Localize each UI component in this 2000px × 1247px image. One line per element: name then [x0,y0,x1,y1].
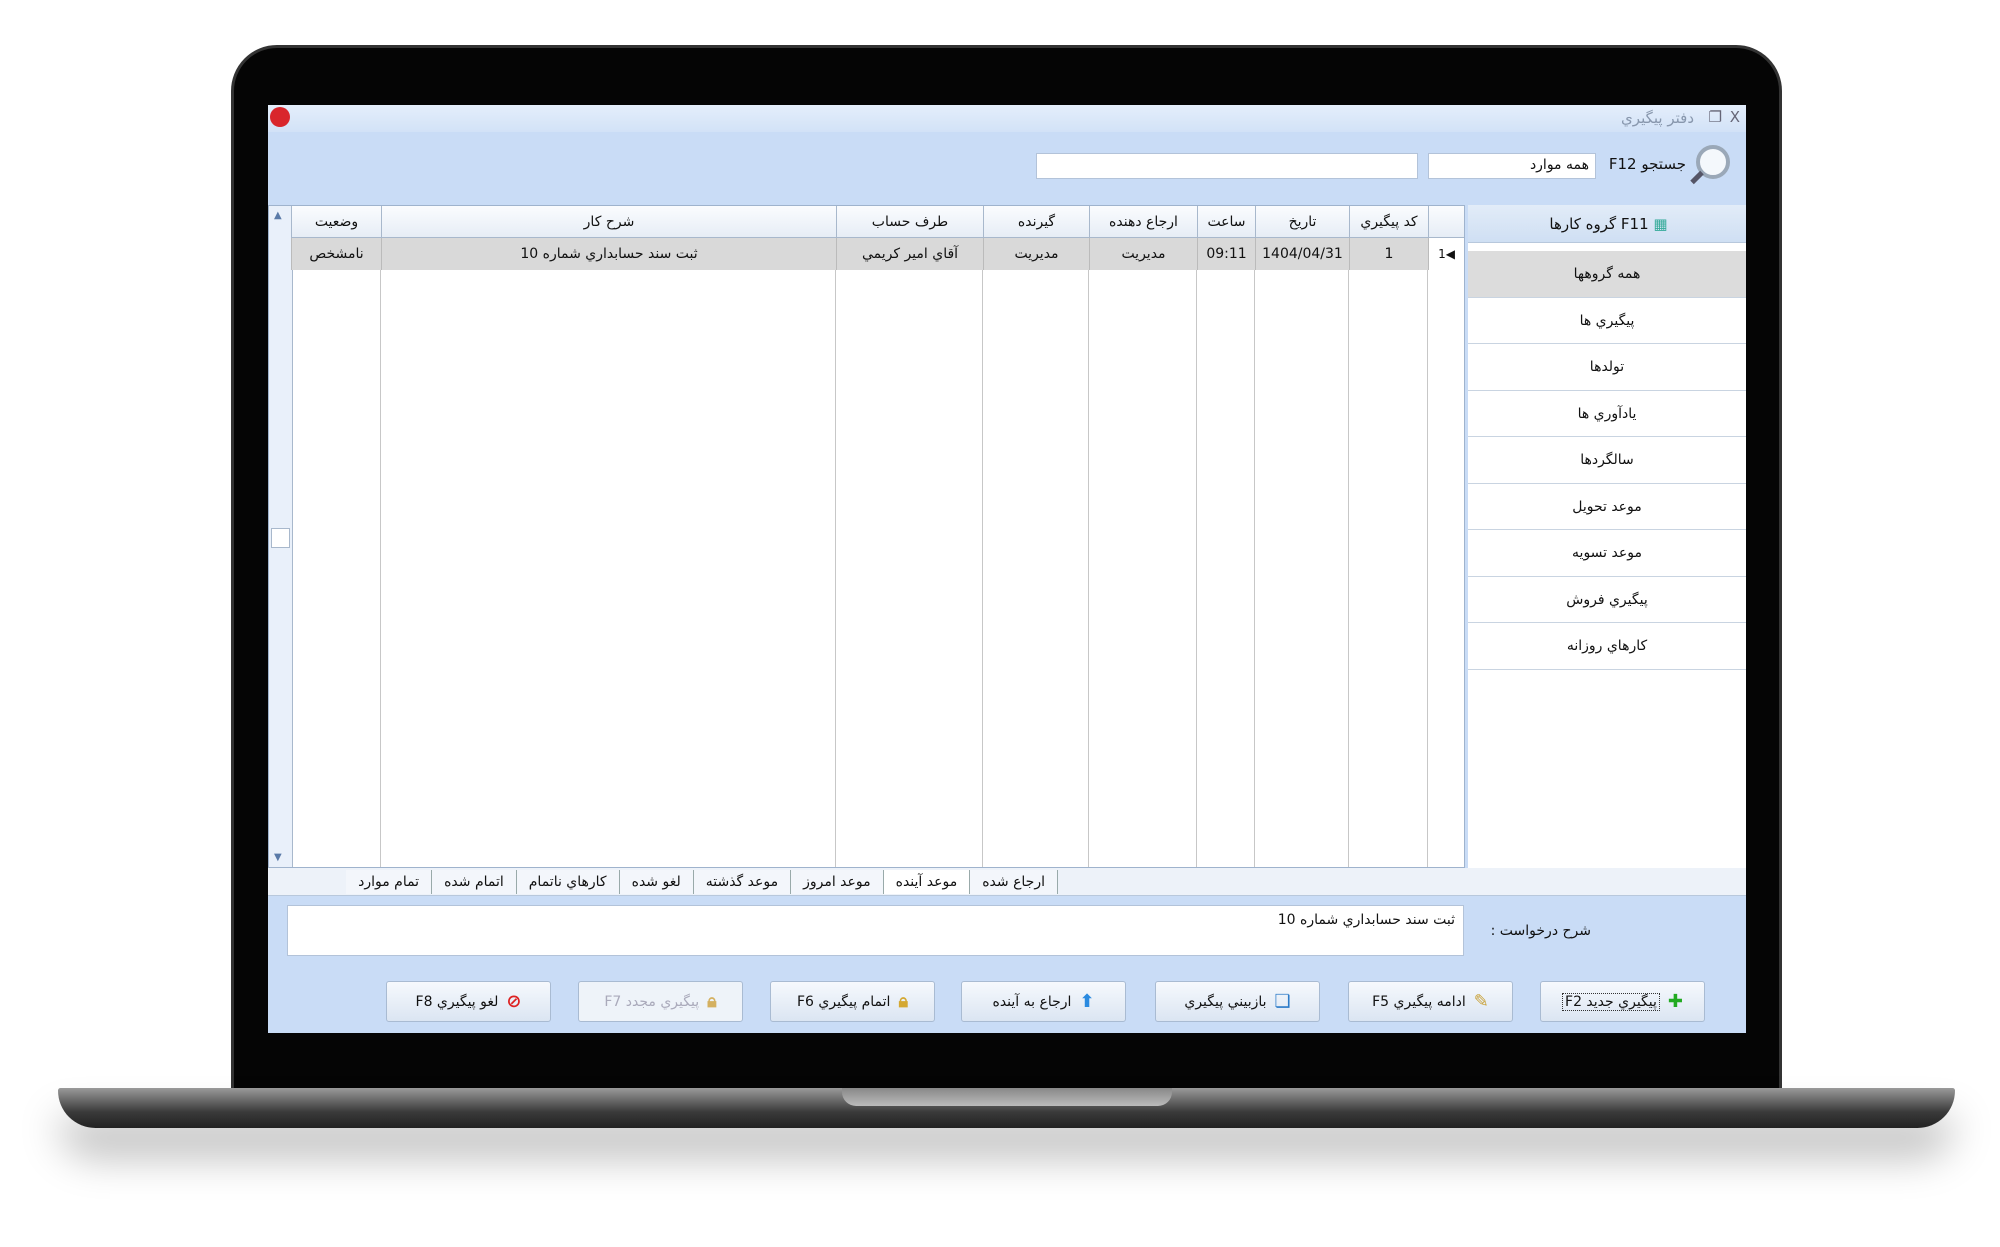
status-tabs: تمام موارد اتمام شده كارهاي ناتمام لغو ش… [268,868,1746,896]
sidebar-item-sales-follow-up[interactable]: پيگيري فروش [1468,576,1746,623]
sidebar-item-reminders[interactable]: يادآوري ها [1468,390,1746,437]
tab-due-today[interactable]: موعد امروز [791,870,884,894]
pencil-icon: ✎ [1473,991,1489,1012]
new-follow-up-button[interactable]: ✚ پيگيري جديد F2 [1540,981,1705,1022]
column-divider [835,270,836,867]
header-description[interactable]: شرح كار [381,206,836,238]
sidebar-item-delivery-due[interactable]: موعد تحويل [1468,483,1746,530]
sidebar-item-daily-tasks[interactable]: كارهاي روزانه [1468,623,1746,670]
column-divider [982,270,983,867]
header-time[interactable]: ساعت [1197,206,1255,238]
search-input[interactable] [1036,153,1418,179]
follow-up-grid: ▲ ▼ كد پيگيري تاريخ ساعت ارجاع دهنده گير… [268,205,1465,868]
column-divider [1088,270,1089,867]
refer-to-future-button[interactable]: ⬆ ارجاع به آينده [961,981,1126,1022]
task-groups-header[interactable]: ▦ F11 گروه كارها [1468,205,1746,243]
tab-referred[interactable]: ارجاع شده [970,870,1058,894]
cell-time: 09:11 [1197,238,1255,270]
continue-follow-up-button[interactable]: ✎ ادامه پيگيري F5 [1348,981,1513,1022]
scroll-down-icon[interactable]: ▼ [274,852,282,863]
column-divider [1427,270,1428,867]
lock-icon: 🔒︎ [898,991,909,1012]
title-bar: دفتر پيگيري X ❐ [268,105,1746,132]
column-divider [1348,270,1349,867]
search-filter-select[interactable]: همه موارد [1428,153,1596,179]
vertical-scrollbar[interactable]: ▲ ▼ [269,206,293,867]
column-divider [1196,270,1197,867]
cell-status: نامشخص [291,238,381,270]
app-logo-icon [270,107,290,127]
header-referrer[interactable]: ارجاع دهنده [1089,206,1197,238]
header-indicator [1428,206,1464,238]
request-description-label: شرح درخواست : [1490,923,1591,939]
grid-icon: ▦ [1653,215,1667,233]
request-description-field[interactable]: ثبت سند حسابداري شماره 10 [287,905,1464,956]
cell-code: 1 [1349,238,1428,270]
task-groups-sidebar: ▦ F11 گروه كارها همه گروهها پيگيري ها تو… [1468,205,1746,868]
cell-account: آقاي امير كريمي [836,238,983,270]
sidebar-item-follow-ups[interactable]: پيگيري ها [1468,297,1746,344]
row-indicator: ◀1 [1428,238,1464,270]
repeat-follow-up-button[interactable]: 🔒︎ پيگيري مجدد F7 [578,981,743,1022]
lock-icon: 🔒︎ [707,991,717,1012]
sidebar-item-birthdays[interactable]: تولدها [1468,344,1746,391]
column-divider [1254,270,1255,867]
app-window: دفتر پيگيري X ❐ جستجو F12 همه موارد ▲ ▼ … [268,105,1746,1033]
review-icon: ❏ [1274,991,1291,1012]
plus-icon: ✚ [1667,991,1683,1012]
scroll-up-icon[interactable]: ▲ [274,210,282,221]
window-title: دفتر پيگيري [1621,109,1694,127]
tab-all[interactable]: تمام موارد [346,870,433,894]
tab-completed[interactable]: اتمام شده [432,870,517,894]
scroll-thumb[interactable] [271,528,290,548]
header-status[interactable]: وضعيت [291,206,381,238]
header-date[interactable]: تاريخ [1255,206,1349,238]
header-receiver[interactable]: گيرنده [983,206,1089,238]
cell-date: 1404/04/31 [1255,238,1349,270]
close-button[interactable]: X [1730,108,1740,126]
cell-receiver: مديريت [983,238,1089,270]
tab-cancelled[interactable]: لغو شده [619,870,694,894]
header-account[interactable]: طرف حساب [836,206,983,238]
task-groups-label: F11 گروه كارها [1549,215,1649,233]
sidebar-item-all-groups[interactable]: همه گروهها [1468,251,1746,298]
sidebar-item-anniversaries[interactable]: سالگردها [1468,437,1746,484]
column-divider [380,270,381,867]
cell-referrer: مديريت [1089,238,1197,270]
cell-description: ثبت سند حسابداري شماره 10 [381,238,836,270]
maximize-button[interactable]: ❐ [1709,108,1722,126]
sidebar-item-settlement-due[interactable]: موعد تسويه [1468,530,1746,577]
tab-past-due[interactable]: موعد گذشته [693,870,792,894]
review-follow-up-button[interactable]: ❏ بازبيني پيگيري [1155,981,1320,1022]
tab-unfinished[interactable]: كارهاي ناتمام [516,870,620,894]
header-code[interactable]: كد پيگيري [1349,206,1428,238]
arrow-up-icon: ⬆ [1079,991,1095,1012]
laptop-notch [842,1088,1172,1106]
tab-upcoming[interactable]: موعد آينده [883,870,971,894]
prohibited-icon: ⊘ [506,991,522,1012]
cancel-follow-up-button[interactable]: ⊘ لغو پيگيري F8 [386,981,551,1022]
search-label: جستجو F12 [1608,155,1686,173]
complete-follow-up-button[interactable]: 🔒︎ اتمام پيگيري F6 [770,981,935,1022]
search-icon[interactable] [1696,145,1730,179]
